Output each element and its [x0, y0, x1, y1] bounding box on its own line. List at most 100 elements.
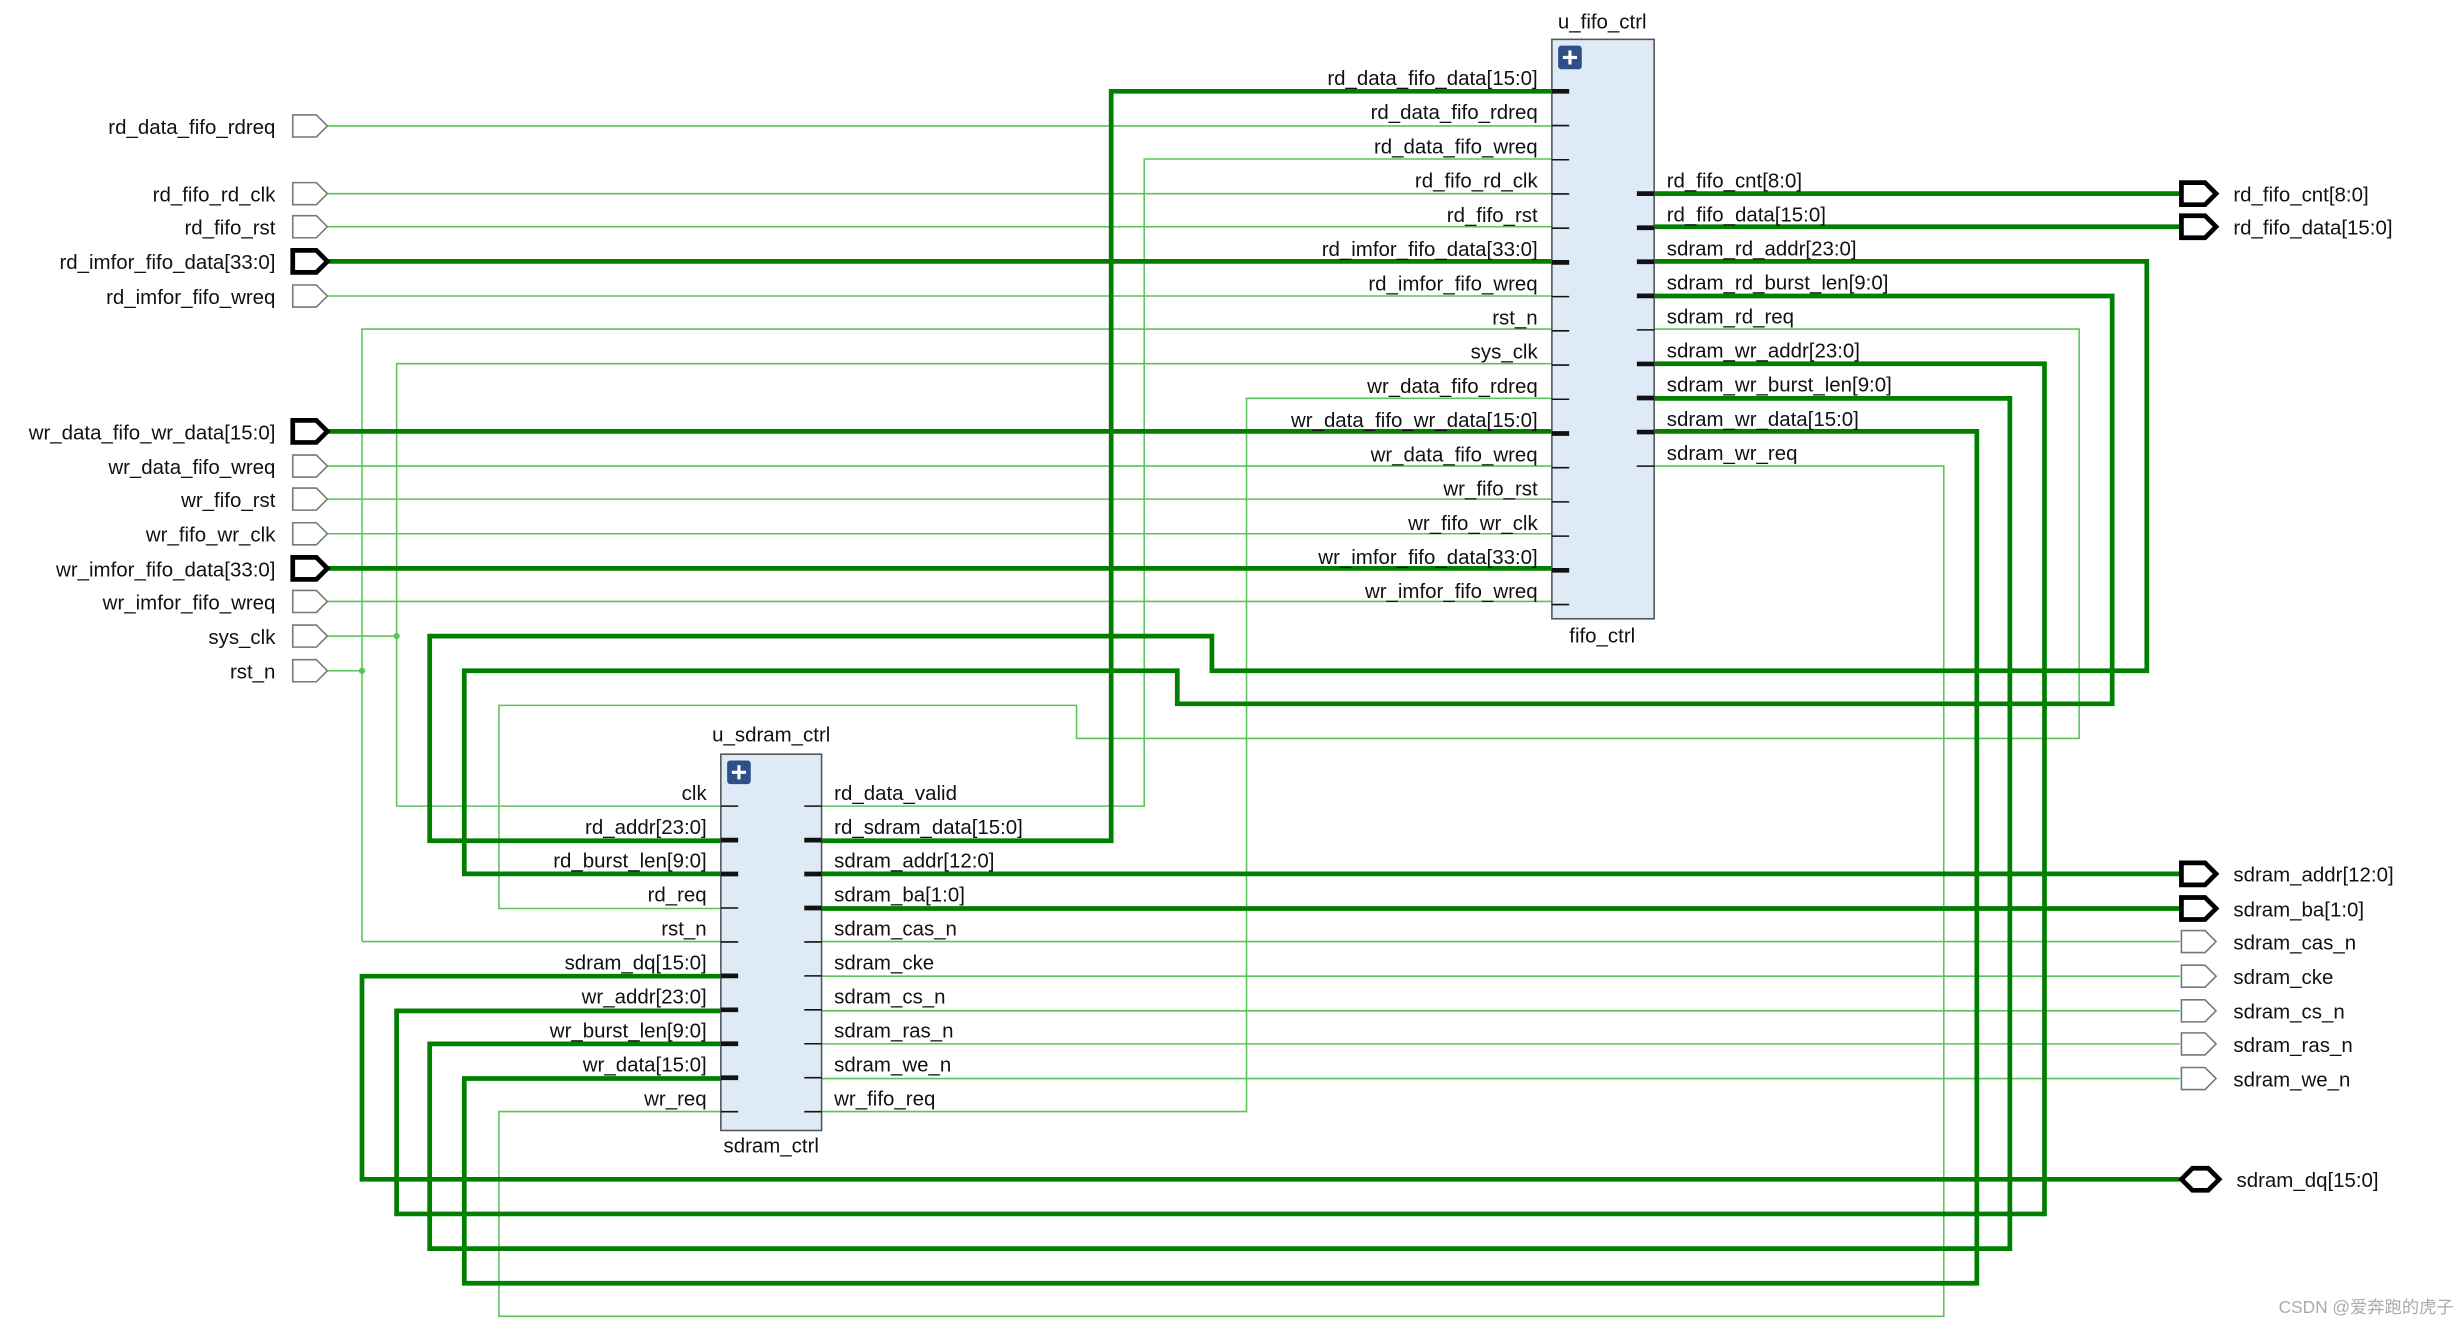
svg-text:wr_imfor_fifo_data[33:0]: wr_imfor_fifo_data[33:0]	[1317, 546, 1537, 569]
svg-text:sdram_wr_req: sdram_wr_req	[1667, 442, 1798, 465]
fifo-pin-rd-imfor-fifo-wreq[interactable]: rd_imfor_fifo_wreq	[1368, 272, 1570, 298]
port-rd-imfor-fifo-wreq[interactable]: rd_imfor_fifo_wreq	[106, 284, 329, 309]
svg-text:wr_data_fifo_wr_data[15:0]: wr_data_fifo_wr_data[15:0]	[1290, 409, 1538, 432]
fifo-pin-sdram-rd-req[interactable]: sdram_rd_req	[1636, 306, 1794, 331]
fifo-pin-wr-data-fifo-wreq[interactable]: wr_data_fifo_wreq	[1370, 443, 1570, 469]
fifo-pin-rd-fifo-rst[interactable]: rd_fifo_rst	[1447, 204, 1570, 229]
sdram-pin-sdram-addr[interactable]: sdram_addr[12:0]	[804, 850, 994, 877]
fifo-pin-sdram-wr-data[interactable]: sdram_wr_data[15:0]	[1636, 408, 1859, 435]
fifo-pin-wr-data-fifo-wr-data[interactable]: wr_data_fifo_wr_data[15:0]	[1290, 409, 1570, 436]
port-rd-fifo-cnt[interactable]: rd_fifo_cnt[8:0]	[2179, 180, 2369, 208]
fifo-pin-rd-imfor-fifo-data[interactable]: rd_imfor_fifo_data[33:0]	[1322, 238, 1570, 265]
svg-text:rst_n: rst_n	[661, 918, 706, 941]
port-sdram-ba[interactable]: sdram_ba[1:0]	[2179, 895, 2364, 922]
fifo-pin-rd-data-fifo-wreq[interactable]: rd_data_fifo_wreq	[1374, 135, 1570, 161]
port-sys-clk[interactable]: sys_clk	[208, 624, 329, 649]
svg-text:rd_fifo_rd_clk: rd_fifo_rd_clk	[153, 184, 277, 207]
sdram-pin-rd-addr[interactable]: rd_addr[23:0]	[585, 816, 739, 843]
fifo-pin-wr-imfor-fifo-data[interactable]: wr_imfor_fifo_data[33:0]	[1317, 546, 1570, 573]
svg-text:sdram_ras_n: sdram_ras_n	[834, 1019, 953, 1042]
port-sdram-cke[interactable]: sdram_cke	[2180, 964, 2333, 989]
fifo-pin-sdram-wr-addr[interactable]: sdram_wr_addr[23:0]	[1636, 340, 1860, 367]
sdram-pin-rd-data-valid[interactable]: rd_data_valid	[804, 782, 957, 807]
svg-text:wr_data_fifo_wreq: wr_data_fifo_wreq	[107, 456, 275, 479]
watermark: CSDN @爱奔跑的虎子	[2279, 1297, 2454, 1317]
sdram-expand-button[interactable]	[727, 760, 751, 785]
svg-text:sdram_cs_n: sdram_cs_n	[2233, 1001, 2344, 1024]
sdram-pin-sdram-cas-n[interactable]: sdram_cas_n	[804, 918, 957, 943]
sdram-pin-sdram-we-n[interactable]: sdram_we_n	[804, 1053, 951, 1079]
svg-text:rd_fifo_data[15:0]: rd_fifo_data[15:0]	[2233, 217, 2392, 240]
fifo-module-name: fifo_ctrl	[1569, 624, 1635, 647]
fifo-pin-wr-data-fifo-rdreq[interactable]: wr_data_fifo_rdreq	[1366, 375, 1570, 401]
svg-text:wr_fifo_wr_clk: wr_fifo_wr_clk	[145, 524, 276, 547]
port-rd-data-fifo-rdreq[interactable]: rd_data_fifo_rdreq	[108, 114, 329, 139]
sdram-pin-sdram-cke[interactable]: sdram_cke	[804, 952, 934, 977]
svg-text:rd_fifo_rd_clk: rd_fifo_rd_clk	[1415, 170, 1539, 193]
fifo-pin-sdram-rd-addr[interactable]: sdram_rd_addr[23:0]	[1636, 237, 1857, 265]
svg-text:rd_addr[23:0]: rd_addr[23:0]	[585, 816, 707, 839]
top-inout-ports: sdram_dq[15:0]	[2178, 1165, 2379, 1193]
svg-text:sdram_rd_addr[23:0]: sdram_rd_addr[23:0]	[1667, 237, 1857, 260]
port-rd-fifo-data[interactable]: rd_fifo_data[15:0]	[2179, 213, 2393, 241]
fifo-expand-button[interactable]	[1558, 45, 1582, 70]
port-rd-fifo-rst[interactable]: rd_fifo_rst	[184, 214, 329, 240]
port-sdram-cas-n[interactable]: sdram_cas_n	[2180, 929, 2356, 955]
svg-text:sdram_ba[1:0]: sdram_ba[1:0]	[834, 884, 965, 907]
svg-text:sdram_rd_burst_len[9:0]: sdram_rd_burst_len[9:0]	[1667, 272, 1889, 295]
svg-text:sdram_wr_burst_len[9:0]: sdram_wr_burst_len[9:0]	[1667, 374, 1892, 397]
port-wr-imfor-fifo-wreq[interactable]: wr_imfor_fifo_wreq	[102, 589, 329, 614]
sdram-pin-wr-data[interactable]: wr_data[15:0]	[582, 1053, 739, 1081]
svg-text:clk: clk	[682, 782, 708, 805]
fifo-pin-rd-fifo-rd-clk[interactable]: rd_fifo_rd_clk	[1415, 170, 1570, 195]
fifo-pin-rd-fifo-data[interactable]: rd_fifo_data[15:0]	[1636, 203, 1826, 231]
fifo-pin-wr-fifo-wr-clk[interactable]: wr_fifo_wr_clk	[1407, 512, 1570, 537]
sdram-pin-sdram-dq[interactable]: sdram_dq[15:0]	[565, 952, 739, 979]
port-sdram-addr[interactable]: sdram_addr[12:0]	[2179, 860, 2394, 888]
fifo-pin-sdram-wr-req[interactable]: sdram_wr_req	[1636, 442, 1798, 467]
port-sdram-dq[interactable]: sdram_dq[15:0]	[2178, 1165, 2379, 1193]
net-wires	[327, 88, 2180, 1318]
svg-text:wr_burst_len[9:0]: wr_burst_len[9:0]	[549, 1019, 707, 1042]
top-output-ports: rd_fifo_cnt[8:0] rd_fifo_data[15:0] sdram_…	[2179, 180, 2394, 1092]
svg-text:sys_clk: sys_clk	[208, 626, 276, 649]
svg-text:sdram_dq[15:0]: sdram_dq[15:0]	[2237, 1169, 2379, 1192]
svg-text:sdram_cke: sdram_cke	[2233, 966, 2333, 989]
port-rd-fifo-rd-clk[interactable]: rd_fifo_rd_clk	[153, 181, 329, 207]
sdram-pin-wr-fifo-req[interactable]: wr_fifo_req	[804, 1087, 935, 1113]
fifo-instance-name: u_fifo_ctrl	[1558, 10, 1647, 33]
sdram-pin-sdram-cs-n[interactable]: sdram_cs_n	[804, 986, 946, 1011]
port-wr-imfor-fifo-data[interactable]: wr_imfor_fifo_data[33:0]	[55, 555, 331, 582]
sdram-pin-rd-burst-len[interactable]: rd_burst_len[9:0]	[553, 850, 739, 877]
port-sdram-cs-n[interactable]: sdram_cs_n	[2180, 999, 2345, 1024]
port-sdram-ras-n[interactable]: sdram_ras_n	[2180, 1032, 2353, 1057]
sdram-ctrl-block[interactable]: u_sdram_ctrl clk rd_addr[23:0] rd_burst_le…	[549, 724, 1023, 1158]
svg-text:rd_fifo_rst: rd_fifo_rst	[184, 217, 275, 240]
port-rd-imfor-fifo-data[interactable]: rd_imfor_fifo_data[33:0]	[59, 247, 331, 275]
fifo-pin-sdram-rd-burst-len[interactable]: sdram_rd_burst_len[9:0]	[1636, 272, 1889, 299]
sdram-pin-rd-sdram-data[interactable]: rd_sdram_data[15:0]	[804, 816, 1023, 843]
fifo-pin-wr-fifo-rst[interactable]: wr_fifo_rst	[1442, 478, 1570, 503]
port-rst-n[interactable]: rst_n	[230, 658, 329, 684]
svg-text:wr_data_fifo_wreq: wr_data_fifo_wreq	[1370, 443, 1538, 466]
sdram-pin-wr-burst-len[interactable]: wr_burst_len[9:0]	[549, 1019, 739, 1047]
svg-text:rd_sdram_data[15:0]: rd_sdram_data[15:0]	[834, 816, 1023, 839]
svg-text:rd_data_fifo_data[15:0]: rd_data_fifo_data[15:0]	[1327, 67, 1537, 90]
sdram-pin-wr-addr[interactable]: wr_addr[23:0]	[581, 986, 739, 1013]
port-wr-data-fifo-wr-data[interactable]: wr_data_fifo_wr_data[15:0]	[28, 418, 331, 445]
fifo-pin-rd-data-fifo-rdreq[interactable]: rd_data_fifo_rdreq	[1371, 101, 1570, 127]
svg-text:rd_data_valid: rd_data_valid	[834, 782, 957, 805]
port-wr-fifo-wr-clk[interactable]: wr_fifo_wr_clk	[145, 521, 329, 547]
sdram-pin-sdram-ba[interactable]: sdram_ba[1:0]	[804, 884, 965, 911]
fifo-pin-rd-data-fifo-data[interactable]: rd_data_fifo_data[15:0]	[1327, 67, 1570, 94]
port-wr-fifo-rst[interactable]: wr_fifo_rst	[180, 487, 329, 512]
fifo-pin-rd-fifo-cnt[interactable]: rd_fifo_cnt[8:0]	[1636, 169, 1802, 197]
svg-text:wr_addr[23:0]: wr_addr[23:0]	[581, 986, 707, 1009]
svg-text:sdram_wr_data[15:0]: sdram_wr_data[15:0]	[1667, 408, 1859, 431]
svg-text:wr_data_fifo_wr_data[15:0]: wr_data_fifo_wr_data[15:0]	[28, 421, 276, 444]
port-sdram-we-n[interactable]: sdram_we_n	[2180, 1066, 2350, 1092]
fifo-pin-sdram-wr-burst-len[interactable]: sdram_wr_burst_len[9:0]	[1636, 374, 1892, 401]
port-wr-data-fifo-wreq[interactable]: wr_data_fifo_wreq	[107, 454, 329, 479]
sdram-pin-sdram-ras-n[interactable]: sdram_ras_n	[804, 1019, 954, 1045]
svg-text:wr_fifo_rst: wr_fifo_rst	[1442, 478, 1538, 501]
